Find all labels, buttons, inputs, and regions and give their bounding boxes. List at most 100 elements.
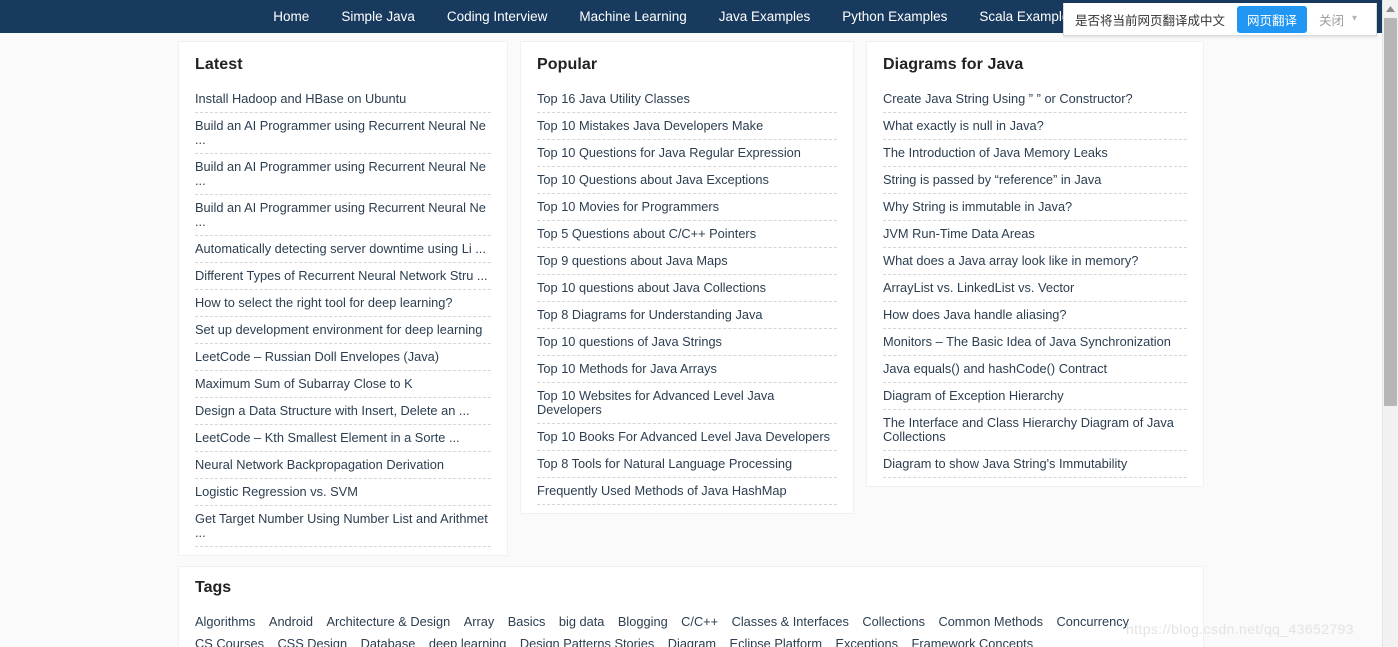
browser-page: Home Simple Java Coding Interview Machine L…: [0, 0, 1398, 647]
post-link[interactable]: Top 8 Tools for Natural Language Process…: [537, 451, 837, 477]
post-link[interactable]: Build an AI Programmer using Recurrent N…: [195, 154, 491, 194]
post-link[interactable]: Top 10 Methods for Java Arrays: [537, 356, 837, 382]
tag-link[interactable]: Classes & Interfaces: [732, 614, 849, 629]
list-item: Get Target Number Using Number List and …: [195, 506, 491, 547]
post-link[interactable]: Build an AI Programmer using Recurrent N…: [195, 195, 491, 235]
post-link[interactable]: Different Types of Recurrent Neural Netw…: [195, 263, 491, 289]
post-link[interactable]: Design a Data Structure with Insert, Del…: [195, 398, 491, 424]
tag-link[interactable]: Collections: [862, 614, 925, 629]
post-link[interactable]: JVM Run-Time Data Areas: [883, 221, 1187, 247]
post-link[interactable]: Automatically detecting server downtime …: [195, 236, 491, 262]
scrollbar-thumb[interactable]: [1384, 18, 1397, 406]
post-link[interactable]: Java equals() and hashCode() Contract: [883, 356, 1187, 382]
list-item: The Introduction of Java Memory Leaks: [883, 140, 1187, 167]
post-link[interactable]: The Interface and Class Hierarchy Diagra…: [883, 410, 1187, 450]
post-link[interactable]: Diagram to show Java String's Immutabili…: [883, 451, 1187, 477]
post-link[interactable]: Top 10 Questions about Java Exceptions: [537, 167, 837, 193]
post-link[interactable]: Monitors – The Basic Idea of Java Synchr…: [883, 329, 1187, 355]
list-item: Top 16 Java Utility Classes: [537, 86, 837, 113]
post-link[interactable]: Maximum Sum of Subarray Close to K: [195, 371, 491, 397]
tag-link[interactable]: Architecture & Design: [326, 614, 450, 629]
post-link[interactable]: Build an AI Programmer using Recurrent N…: [195, 113, 491, 153]
post-link[interactable]: What exactly is null in Java?: [883, 113, 1187, 139]
post-link[interactable]: ArrayList vs. LinkedList vs. Vector: [883, 275, 1187, 301]
tag-link[interactable]: CSS Design: [277, 636, 347, 647]
post-link[interactable]: Top 10 questions of Java Strings: [537, 329, 837, 355]
post-link[interactable]: The Introduction of Java Memory Leaks: [883, 140, 1187, 166]
list-item: Top 8 Diagrams for Understanding Java: [537, 302, 837, 329]
list-item: How to select the right tool for deep le…: [195, 290, 491, 317]
post-link[interactable]: Neural Network Backpropagation Derivatio…: [195, 452, 491, 478]
tag-link[interactable]: big data: [559, 614, 605, 629]
vertical-scrollbar[interactable]: [1382, 0, 1398, 647]
tag-link[interactable]: Array: [464, 614, 495, 629]
tag-link[interactable]: Exceptions: [835, 636, 898, 647]
tag-link[interactable]: Blogging: [618, 614, 668, 629]
post-link[interactable]: Top 8 Diagrams for Understanding Java: [537, 302, 837, 328]
post-link[interactable]: Diagram of Exception Hierarchy: [883, 383, 1187, 409]
post-link[interactable]: LeetCode – Kth Smallest Element in a Sor…: [195, 425, 491, 451]
post-link[interactable]: Top 10 Websites for Advanced Level Java …: [537, 383, 837, 423]
post-link[interactable]: Frequently Used Methods of Java HashMap: [537, 478, 837, 504]
widget-diagrams-for-java: Diagrams for Java Create Java String Usi…: [866, 41, 1204, 487]
tag-link[interactable]: Concurrency: [1056, 614, 1129, 629]
post-link[interactable]: How to select the right tool for deep le…: [195, 290, 491, 316]
nav-item-simple-java[interactable]: Simple Java: [325, 0, 431, 33]
post-link[interactable]: Top 5 Questions about C/C++ Pointers: [537, 221, 837, 247]
post-link[interactable]: Create Java String Using ” ” or Construc…: [883, 86, 1187, 112]
tag-link[interactable]: C/C++: [681, 614, 718, 629]
nav-item-java-examples[interactable]: Java Examples: [703, 0, 827, 33]
tag-link[interactable]: Design Patterns Stories: [520, 636, 654, 647]
post-link[interactable]: Top 10 Books For Advanced Level Java Dev…: [537, 424, 837, 450]
widget-latest: Latest Install Hadoop and HBase on Ubunt…: [178, 41, 508, 556]
widget-popular: Popular Top 16 Java Utility Classes Top 1…: [520, 41, 854, 514]
post-link[interactable]: Top 10 Questions for Java Regular Expres…: [537, 140, 837, 166]
post-link[interactable]: Logistic Regression vs. SVM: [195, 479, 491, 505]
post-link[interactable]: Top 9 questions about Java Maps: [537, 248, 837, 274]
tag-cloud: Algorithms Android Architecture & Design…: [195, 611, 1187, 647]
post-link[interactable]: Top 10 questions about Java Collections: [537, 275, 837, 301]
list-item: Design a Data Structure with Insert, Del…: [195, 398, 491, 425]
page-body: Latest Install Hadoop and HBase on Ubunt…: [0, 33, 1382, 647]
tag-link[interactable]: Algorithms: [195, 614, 255, 629]
list-item: Top 10 Movies for Programmers: [537, 194, 837, 221]
tag-link[interactable]: Android: [269, 614, 313, 629]
translate-page-button[interactable]: 网页翻译: [1237, 5, 1308, 33]
content-wrapper: Latest Install Hadoop and HBase on Ubunt…: [178, 41, 1204, 647]
list-item: LeetCode – Russian Doll Envelopes (Java): [195, 344, 491, 371]
post-link[interactable]: How does Java handle aliasing?: [883, 302, 1187, 328]
chevron-down-icon[interactable]: ▾: [1352, 14, 1357, 24]
tag-link[interactable]: Common Methods: [938, 614, 1043, 629]
tag-link[interactable]: Diagram: [668, 636, 716, 647]
post-link[interactable]: What does a Java array look like in memo…: [883, 248, 1187, 274]
post-link[interactable]: Why String is immutable in Java?: [883, 194, 1187, 220]
translate-prompt-text: 是否将当前网页翻译成中文: [1075, 13, 1226, 28]
scroll-up-arrow-icon[interactable]: [1383, 1, 1398, 17]
nav-item-machine-learning[interactable]: Machine Learning: [563, 0, 702, 33]
post-link[interactable]: Top 10 Movies for Programmers: [537, 194, 837, 220]
post-link[interactable]: Install Hadoop and HBase on Ubuntu: [195, 86, 491, 112]
tag-link[interactable]: Eclipse Platform: [730, 636, 822, 647]
tag-link[interactable]: CS Courses: [195, 636, 264, 647]
tag-link[interactable]: deep learning: [429, 636, 507, 647]
nav-item-python-examples[interactable]: Python Examples: [826, 0, 963, 33]
tag-link[interactable]: Database: [361, 636, 416, 647]
translate-prompt-bar: 是否将当前网页翻译成中文 网页翻译 关闭 ▾: [1063, 3, 1377, 36]
post-link[interactable]: Set up development environment for deep …: [195, 317, 491, 343]
widget-tags: Tags Algorithms Android Architecture & D…: [178, 566, 1204, 647]
list-item: Top 10 Websites for Advanced Level Java …: [537, 383, 837, 424]
tag-link[interactable]: Framework Concepts: [912, 636, 1034, 647]
translate-close-button[interactable]: 关闭: [1319, 10, 1344, 29]
post-link[interactable]: LeetCode – Russian Doll Envelopes (Java): [195, 344, 491, 370]
tag-link[interactable]: Basics: [508, 614, 546, 629]
list-item: Top 10 questions about Java Collections: [537, 275, 837, 302]
post-link[interactable]: String is passed by “reference” in Java: [883, 167, 1187, 193]
diagram-post-list: Create Java String Using ” ” or Construc…: [883, 86, 1187, 478]
post-link[interactable]: Top 10 Mistakes Java Developers Make: [537, 113, 837, 139]
post-link[interactable]: Get Target Number Using Number List and …: [195, 506, 491, 546]
nav-item-coding-interview[interactable]: Coding Interview: [431, 0, 564, 33]
nav-item-home[interactable]: Home: [257, 0, 325, 33]
list-item: Build an AI Programmer using Recurrent N…: [195, 195, 491, 236]
post-link[interactable]: Top 16 Java Utility Classes: [537, 86, 837, 112]
list-item: LeetCode – Kth Smallest Element in a Sor…: [195, 425, 491, 452]
